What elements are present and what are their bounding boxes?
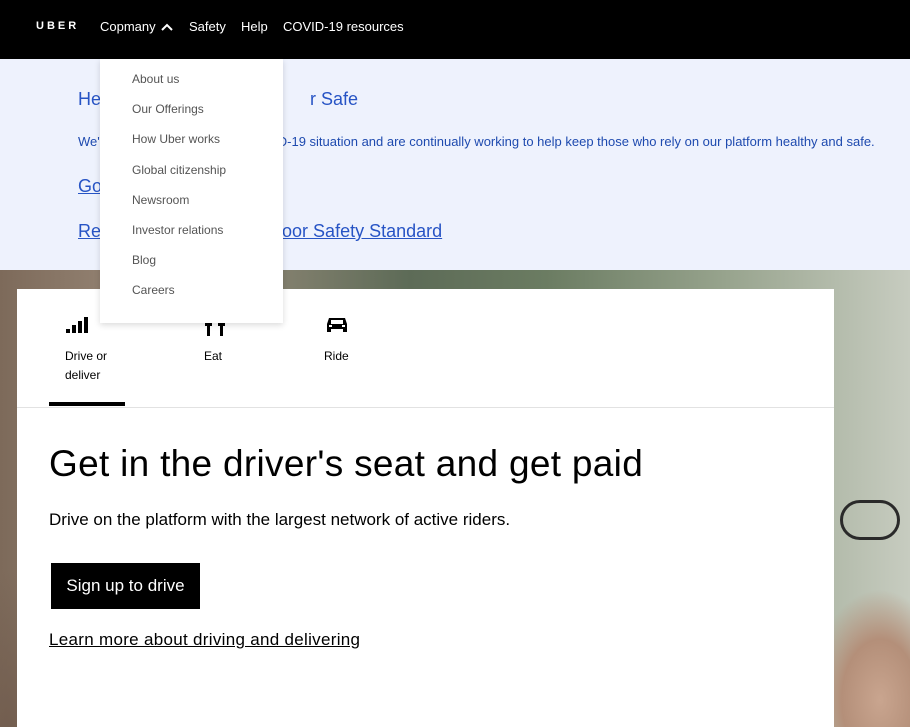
banner-title-start: He bbox=[78, 89, 102, 109]
signal-bars-icon bbox=[66, 317, 88, 333]
banner-text-end: D-19 situation and are continually worki… bbox=[277, 134, 875, 149]
menu-item-our-offerings[interactable]: Our Offerings bbox=[132, 102, 204, 116]
hero-subtext: Drive on the platform with the largest n… bbox=[49, 510, 511, 529]
tab-label: Eat bbox=[204, 349, 223, 363]
company-dropdown-menu: About us Our Offerings How Uber works Gl… bbox=[100, 59, 283, 323]
menu-item-investor-relations[interactable]: Investor relations bbox=[132, 223, 223, 237]
tab-divider bbox=[17, 407, 834, 408]
nav-company[interactable]: Copmany bbox=[100, 19, 156, 34]
chevron-up-icon[interactable] bbox=[161, 23, 173, 31]
utensils-icon bbox=[205, 322, 225, 336]
nav-safety[interactable]: Safety bbox=[189, 19, 226, 34]
banner-text-start: We' bbox=[78, 134, 100, 149]
tab-ride[interactable]: Ride bbox=[307, 289, 377, 402]
menu-item-about-us[interactable]: About us bbox=[132, 72, 179, 86]
hero-card: Drive or deliver Eat Ride Get in the dri… bbox=[17, 289, 834, 727]
nav-covid-resources[interactable]: COVID-19 resources bbox=[283, 19, 404, 34]
tab-label: Drive or deliver bbox=[65, 349, 108, 382]
tab-label: Ride bbox=[324, 349, 349, 363]
banner-link-go[interactable]: Go bbox=[78, 176, 102, 197]
top-nav: UBER Copmany Safety Help COVID-19 resour… bbox=[0, 0, 910, 59]
hero-photo-detail bbox=[840, 500, 900, 540]
learn-more-link[interactable]: Learn more about driving and delivering bbox=[49, 630, 360, 650]
banner-title-end: r Safe bbox=[310, 89, 359, 109]
menu-item-newsroom[interactable]: Newsroom bbox=[132, 193, 189, 207]
sign-up-to-drive-button[interactable]: Sign up to drive bbox=[51, 563, 200, 609]
nav-help[interactable]: Help bbox=[241, 19, 268, 34]
active-tab-indicator bbox=[49, 402, 125, 406]
menu-item-how-uber-works[interactable]: How Uber works bbox=[132, 132, 220, 146]
uber-logo[interactable]: UBER bbox=[36, 20, 79, 32]
menu-item-blog[interactable]: Blog bbox=[132, 253, 156, 267]
car-icon bbox=[327, 318, 347, 332]
menu-item-careers[interactable]: Careers bbox=[132, 283, 175, 297]
hero-headline: Get in the driver's seat and get paid bbox=[49, 443, 644, 484]
banner-link-end: oor Safety Standard bbox=[282, 221, 443, 241]
menu-item-global-citizenship[interactable]: Global citizenship bbox=[132, 163, 226, 177]
